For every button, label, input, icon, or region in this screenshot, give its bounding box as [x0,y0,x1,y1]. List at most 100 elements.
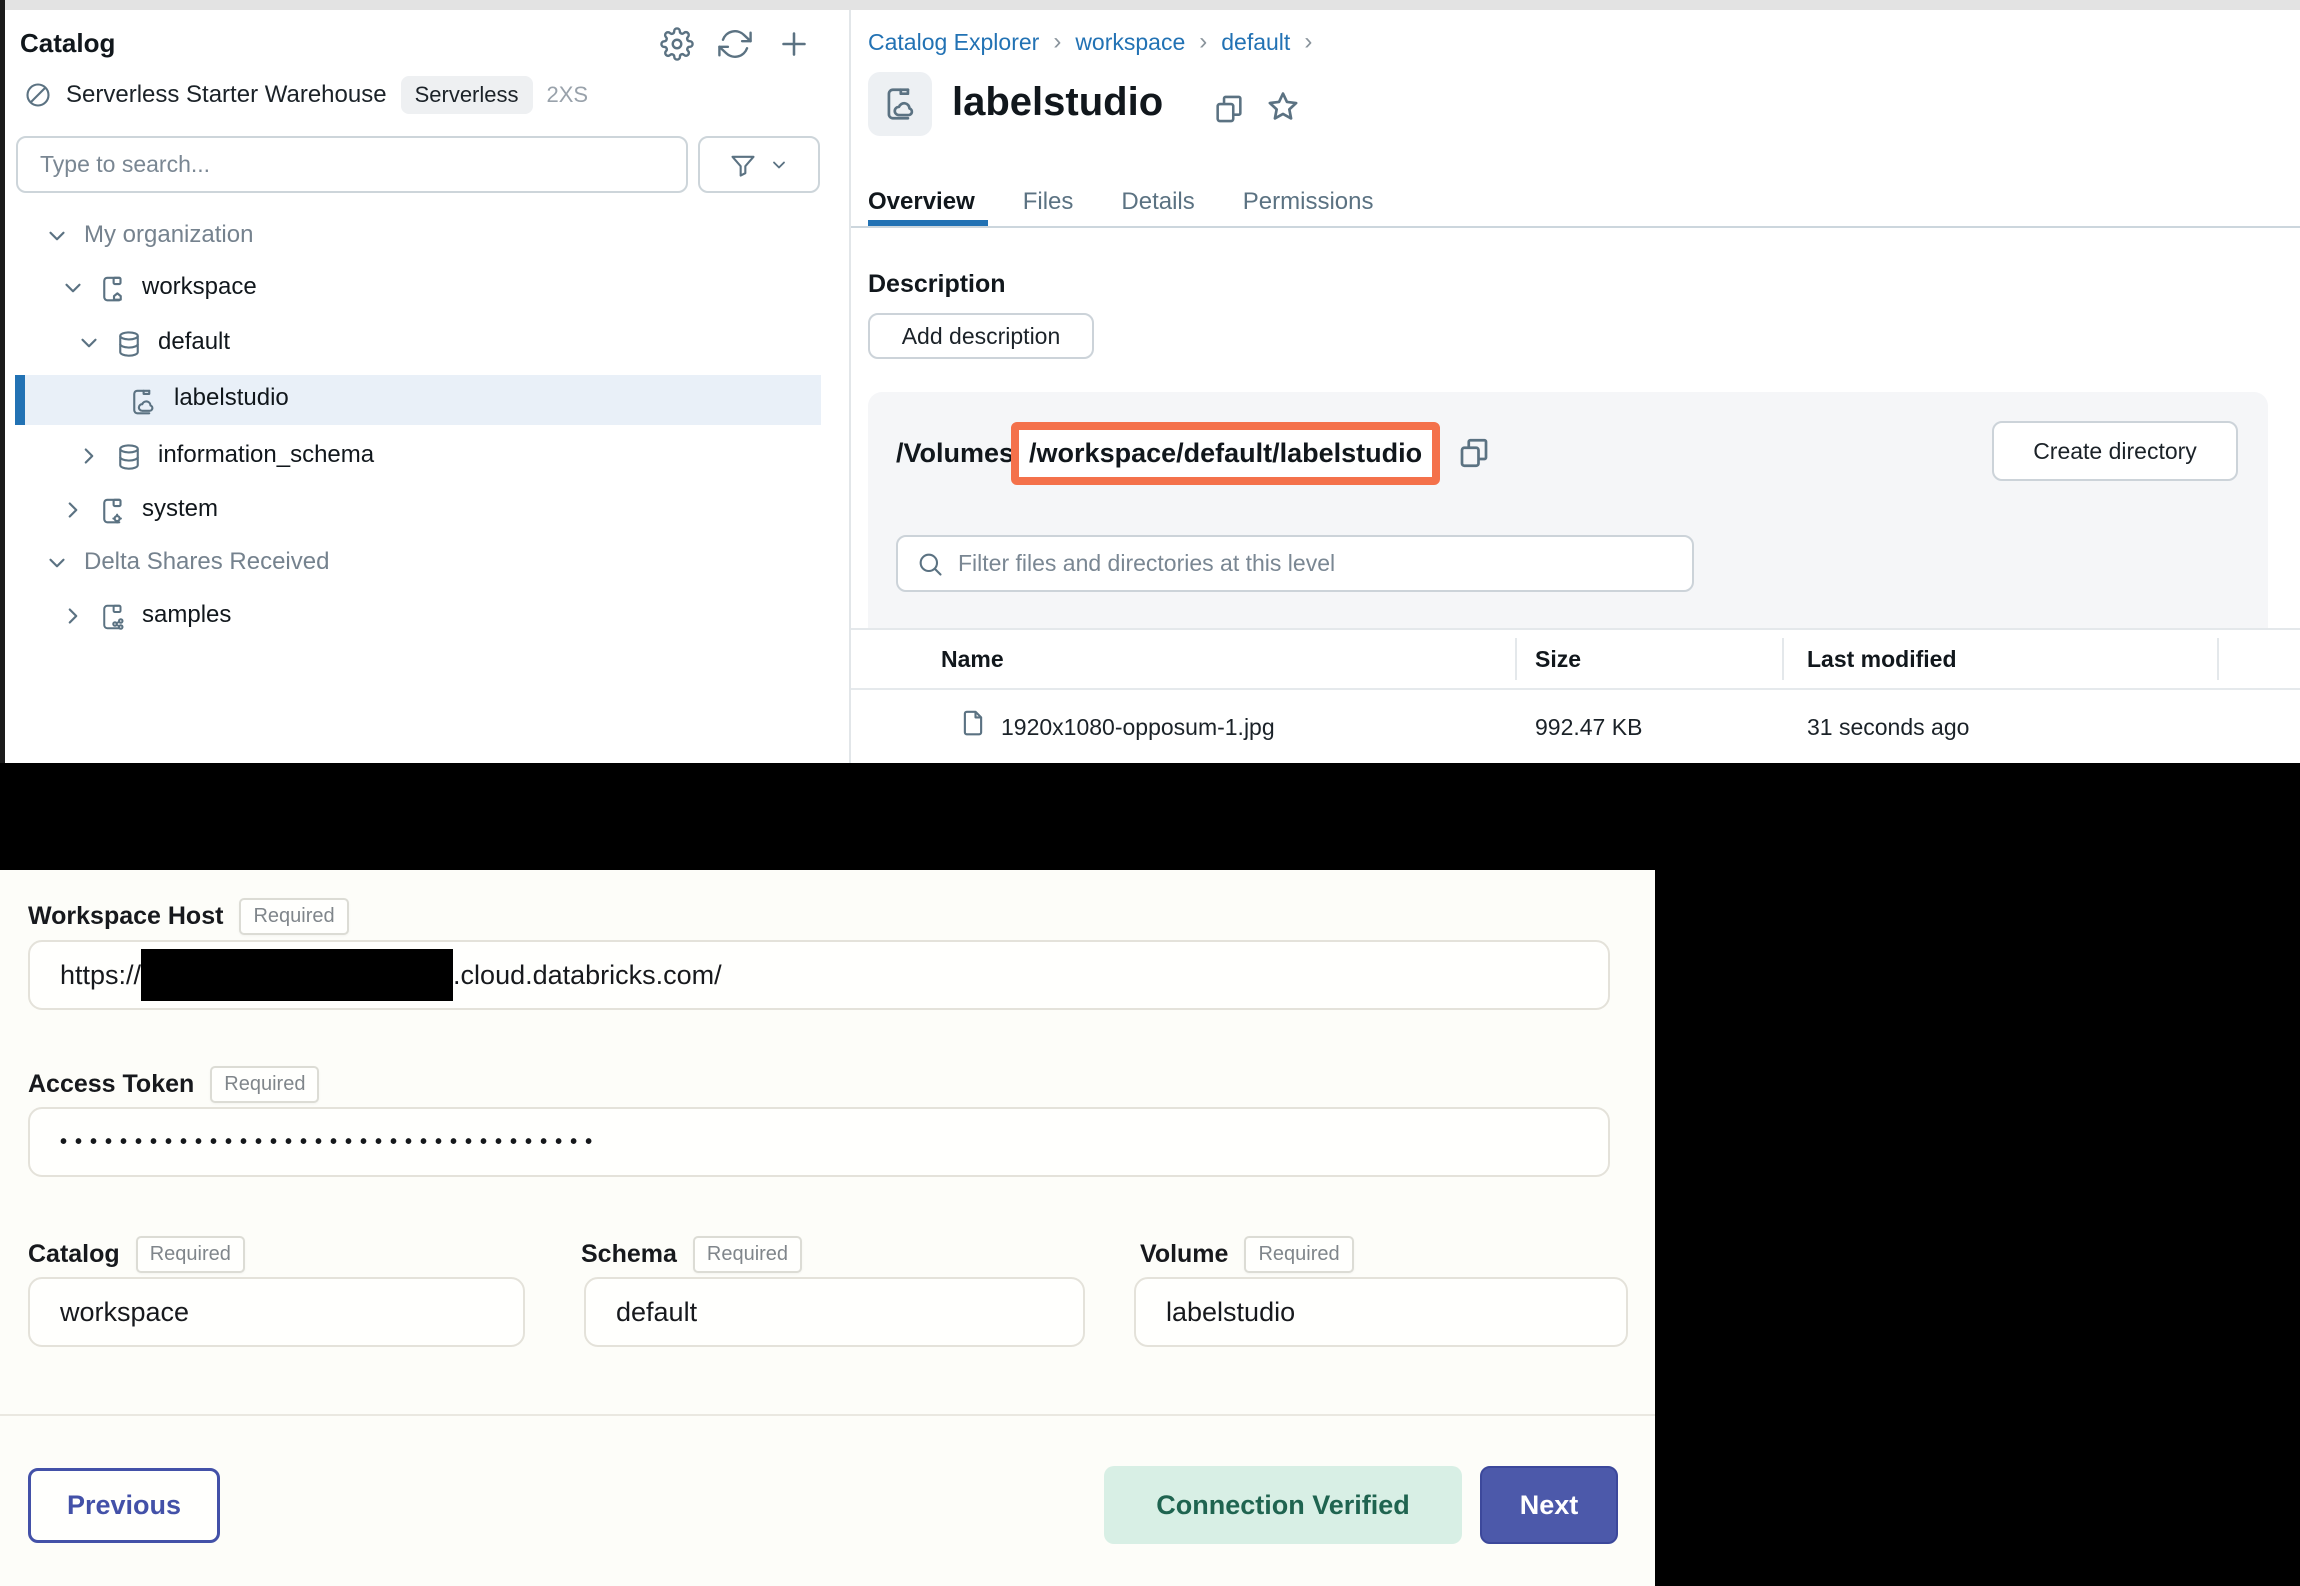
page-title: labelstudio [952,80,1163,125]
volume-label: Volume [1140,1240,1228,1269]
connection-form: Workspace Host Required https:// .cloud.… [0,870,1655,1586]
column-separator [1515,638,1517,680]
serverless-badge: Serverless [401,76,533,114]
column-separator [1782,638,1784,680]
file-last-modified: 31 seconds ago [1807,714,1969,741]
search-placeholder: Type to search... [40,151,210,178]
catalog-gear-icon [98,496,128,531]
window-top-strip [0,0,2300,10]
search-icon [916,550,944,578]
tree-item-samples[interactable]: samples [0,592,840,640]
volume-title-iconbox [868,72,932,136]
tree-item-delta-shares-received[interactable]: Delta Shares Received [0,539,840,587]
schema-icon [114,442,144,477]
window-left-edge [0,0,5,763]
warehouse-selector[interactable]: Serverless Starter Warehouse Serverless … [24,76,588,114]
required-badge: Required [210,1066,319,1103]
tab-overview[interactable]: Overview [868,188,975,216]
tree-item-default[interactable]: default [0,319,840,367]
create-directory-button[interactable]: Create directory [1992,421,2238,481]
volume-icon [128,387,158,422]
copy-icon[interactable] [1456,435,1492,471]
copy-icon[interactable] [1212,92,1246,126]
previous-button[interactable]: Previous [28,1468,220,1543]
catalog-search-input[interactable]: Type to search... [16,136,688,193]
host-value-prefix: https:// [60,960,141,991]
tree-item-workspace[interactable]: workspace [0,264,840,312]
chevron-right-icon[interactable] [60,603,86,634]
host-value-suffix: .cloud.databricks.com/ [453,960,722,991]
volume-path-highlighted annotation-box: /workspace/default/labelstudio [1011,422,1440,485]
breadcrumb-workspace[interactable]: workspace [1075,29,1185,56]
tab-permissions[interactable]: Permissions [1243,188,1374,216]
chevron-down-icon[interactable] [44,223,70,254]
column-separator [2217,638,2219,680]
tab-bar: Overview Files Details Permissions [868,188,1373,216]
connection-verified-status: Connection Verified [1104,1466,1462,1544]
footer-divider [0,1414,1655,1416]
breadcrumb-default[interactable]: default [1221,29,1290,56]
warehouse-name: Serverless Starter Warehouse [66,81,387,109]
required-badge: Required [239,898,348,935]
workspace-host-label: Workspace Host [28,902,223,931]
chevron-down-icon[interactable] [76,330,102,361]
required-badge: Required [1244,1236,1353,1273]
volume-icon [881,85,919,123]
chevron-right-icon[interactable] [60,497,86,528]
star-icon[interactable] [1264,88,1302,126]
masked-token-value: •••••••••••••••••••••••••••••••••••• [60,1131,600,1154]
chevron-down-icon[interactable] [60,275,86,306]
table-row[interactable]: 1920x1080-opposum-1.jpg 992.47 KB 31 sec… [851,690,2300,763]
tab-files[interactable]: Files [1023,188,1074,216]
tab-details[interactable]: Details [1121,188,1194,216]
schema-label: Schema [581,1240,677,1269]
chevron-right-icon[interactable] [76,443,102,474]
serverless-icon [24,81,52,109]
breadcrumb: Catalog Explorer › workspace › default › [868,28,1312,56]
volume-path-prefix: /Volumes [896,438,1014,469]
add-description-button[interactable]: Add description [868,313,1094,359]
gear-icon[interactable] [660,27,694,61]
catalog-field[interactable]: workspace [28,1277,525,1347]
tree-item-system[interactable]: system [0,486,840,534]
volume-path: /Volumes /workspace/default/labelstudio [896,420,1492,486]
workspace-host-field[interactable]: https:// .cloud.databricks.com/ [28,940,1610,1010]
warehouse-size: 2XS [547,82,589,108]
filter-button[interactable] [698,136,820,193]
file-size: 992.47 KB [1535,714,1642,741]
schema-field[interactable]: default [584,1277,1085,1347]
volume-field[interactable]: labelstudio [1134,1277,1628,1347]
access-token-field[interactable]: •••••••••••••••••••••••••••••••••••• [28,1107,1610,1177]
required-badge: Required [693,1236,802,1273]
catalog-label: Catalog [28,1240,120,1269]
breadcrumb-separator: › [1199,28,1207,56]
screen: Catalog Serverless Starter Warehouse Ser… [0,0,2300,1586]
column-header-size[interactable]: Size [1535,646,1581,673]
file-icon [958,708,988,738]
breadcrumb-separator: › [1053,28,1061,56]
file-table-header: Name Size Last modified [851,628,2300,690]
schema-icon [114,329,144,364]
chevron-down-icon[interactable] [44,550,70,581]
plus-icon[interactable] [776,26,812,62]
filter-placeholder: Filter files and directories at this lev… [958,550,1335,577]
refresh-icon[interactable] [718,27,752,61]
column-header-last-modified[interactable]: Last modified [1807,646,1957,673]
filter-files-input[interactable]: Filter files and directories at this lev… [896,535,1694,592]
tree-item-my-organization[interactable]: My organization [0,212,840,260]
tree-item-information-schema[interactable]: information_schema [0,432,840,480]
tree-item-labelstudio[interactable]: labelstudio [0,375,840,423]
access-token-label: Access Token [28,1070,194,1099]
catalog-share-icon [98,602,128,637]
catalog-panel-title: Catalog [20,28,115,59]
next-button[interactable]: Next [1480,1466,1618,1544]
filter-funnel-icon [729,151,757,179]
required-badge: Required [136,1236,245,1273]
catalog-home-icon [98,274,128,309]
redacted-host-segment [141,949,453,1001]
column-header-name[interactable]: Name [941,646,1004,673]
breadcrumb-separator: › [1304,28,1312,56]
file-name: 1920x1080-opposum-1.jpg [1001,714,1275,741]
breadcrumb-catalog-explorer[interactable]: Catalog Explorer [868,29,1039,56]
tab-bottom-border [851,226,2300,228]
